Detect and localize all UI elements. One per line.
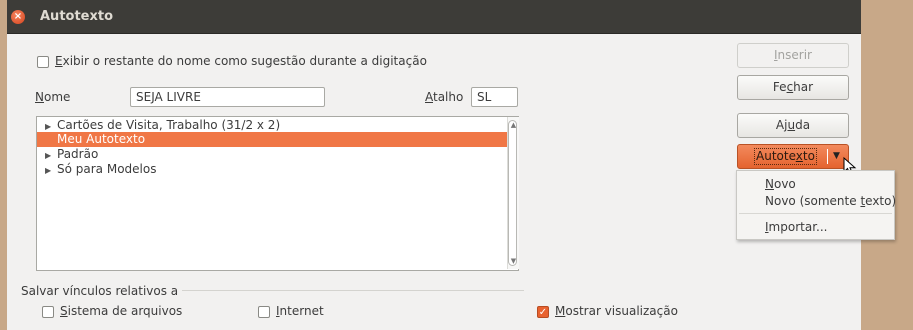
show-preview-label[interactable]: Mostrar visualização <box>555 304 678 318</box>
mnemonic: E <box>55 54 63 68</box>
autotext-button-label: Autotexto <box>754 148 817 165</box>
button-label: nserir <box>777 48 812 62</box>
button-label: da <box>795 118 811 132</box>
show-remainder-label[interactable]: Exibir o restante do nome como sugestão … <box>55 54 427 68</box>
internet-label[interactable]: Internet <box>276 304 324 318</box>
list-item-label: Meu Autotexto <box>57 132 146 146</box>
mnemonic: M <box>555 304 566 318</box>
scroll-up-icon[interactable]: ▲ <box>509 121 518 129</box>
mnemonic: S <box>60 304 68 318</box>
group-divider <box>182 290 524 291</box>
expand-triangle-icon[interactable]: ▶ <box>45 163 57 178</box>
list-item-label: Cartões de Visita, Trabalho (31/2 x 2) <box>57 118 281 132</box>
button-label: to <box>802 149 815 163</box>
mnemonic: u <box>787 118 796 132</box>
mnemonic: x <box>795 149 803 163</box>
label-text: xibir o restante do nome como sugestão d… <box>62 54 427 68</box>
list-item[interactable]: ▶ Padrão <box>37 147 507 162</box>
mnemonic: N <box>35 90 44 104</box>
list-item-label: Só para Modelos <box>57 162 157 176</box>
shortcut-input[interactable]: SL <box>471 87 518 107</box>
label-text: ome <box>43 90 71 104</box>
close-window-icon[interactable]: × <box>11 10 25 24</box>
autotext-menu-button[interactable]: Autotexto ▼ <box>737 144 849 169</box>
show-preview-checkbox[interactable]: ✓ <box>537 306 549 318</box>
mnemonic: A <box>425 90 433 104</box>
help-button[interactable]: Ajuda <box>737 113 849 138</box>
filesystem-checkbox[interactable] <box>42 306 54 318</box>
menu-item-new[interactable]: Novo <box>765 177 796 191</box>
show-remainder-checkbox[interactable] <box>37 56 49 68</box>
label-text: istema de arquivos <box>67 304 183 318</box>
shortcut-label: Atalho <box>425 90 463 104</box>
insert-button[interactable]: Inserir <box>737 43 849 68</box>
list-item-label: Padrão <box>57 147 99 161</box>
split-divider <box>827 149 828 164</box>
label-text: talho <box>433 90 464 104</box>
menu-label: mportar... <box>768 220 828 234</box>
list-scrollbar-thumb[interactable]: ▲ ▼ <box>508 120 517 266</box>
button-label: har <box>793 80 814 94</box>
menu-item-import[interactable]: Importar... <box>765 220 827 234</box>
expand-triangle-icon[interactable]: ▶ <box>45 148 57 163</box>
title-bar <box>7 0 861 34</box>
save-links-group-label: Salvar vínculos relativos a <box>21 284 179 298</box>
autotext-dropdown-menu: Novo Novo (somente texto) Importar... <box>736 170 896 240</box>
name-input[interactable]: SEJA LIVRE <box>130 87 325 107</box>
list-item[interactable]: ▶ Cartões de Visita, Trabalho (31/2 x 2) <box>37 118 507 133</box>
label-text: ostrar visualização <box>565 304 678 318</box>
button-label: Aj <box>775 118 788 132</box>
menu-label: ovo <box>773 177 796 191</box>
autotext-category-list[interactable]: ▶ Cartões de Visita, Trabalho (31/2 x 2) … <box>36 116 519 271</box>
button-label: Autote <box>756 149 796 163</box>
button-label: Fe <box>772 80 787 94</box>
scroll-down-icon[interactable]: ▼ <box>509 257 518 265</box>
dropdown-arrow-icon[interactable]: ▼ <box>833 145 840 168</box>
window-title: Autotexto <box>40 9 114 24</box>
mnemonic: N <box>765 177 774 191</box>
filesystem-label[interactable]: Sistema de arquivos <box>60 304 182 318</box>
list-item[interactable]: ▶ Só para Modelos <box>37 162 507 177</box>
menu-item-new-text-only[interactable]: Novo (somente texto) <box>765 194 896 208</box>
list-item-selected[interactable]: Meu Autotexto <box>37 132 507 147</box>
name-label: Nome <box>35 90 70 104</box>
menu-separator <box>739 213 892 214</box>
menu-label: exto) <box>865 194 897 208</box>
menu-label: Novo (somente <box>765 194 861 208</box>
close-button[interactable]: Fechar <box>737 75 849 100</box>
label-text: nternet <box>279 304 324 318</box>
internet-checkbox[interactable] <box>258 306 270 318</box>
